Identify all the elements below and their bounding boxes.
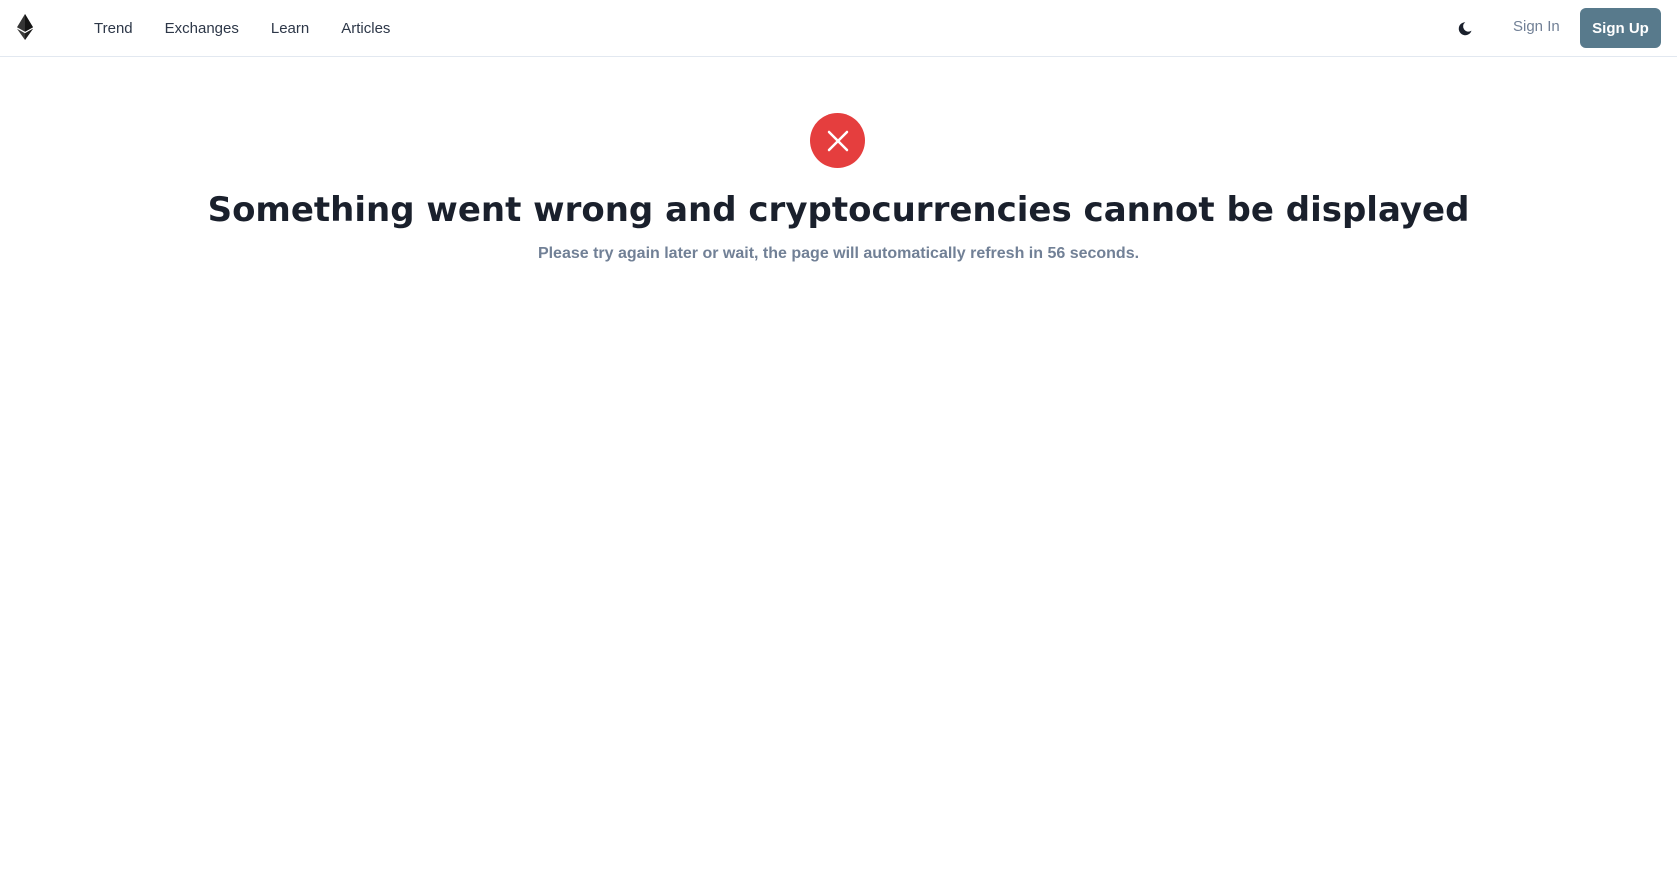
nav-link-exchanges[interactable]: Exchanges (165, 20, 239, 37)
nav-link-learn[interactable]: Learn (271, 20, 309, 37)
error-subtitle: Please try again later or wait, the page… (537, 245, 1140, 262)
sign-up-button[interactable]: Sign Up (1580, 8, 1661, 48)
main-nav: Trend Exchanges Learn Articles (94, 0, 422, 56)
close-icon (827, 130, 848, 151)
top-navbar: Trend Exchanges Learn Articles Sign In S… (0, 0, 1677, 57)
error-title: Something went wrong and cryptocurrencie… (207, 190, 1470, 230)
error-circle (810, 113, 865, 168)
sign-in-link[interactable]: Sign In (1513, 18, 1560, 35)
moon-icon[interactable] (1456, 17, 1478, 39)
nav-link-trend[interactable]: Trend (94, 20, 133, 37)
ethereum-logo-icon[interactable] (17, 14, 33, 40)
nav-link-articles[interactable]: Articles (341, 20, 390, 37)
